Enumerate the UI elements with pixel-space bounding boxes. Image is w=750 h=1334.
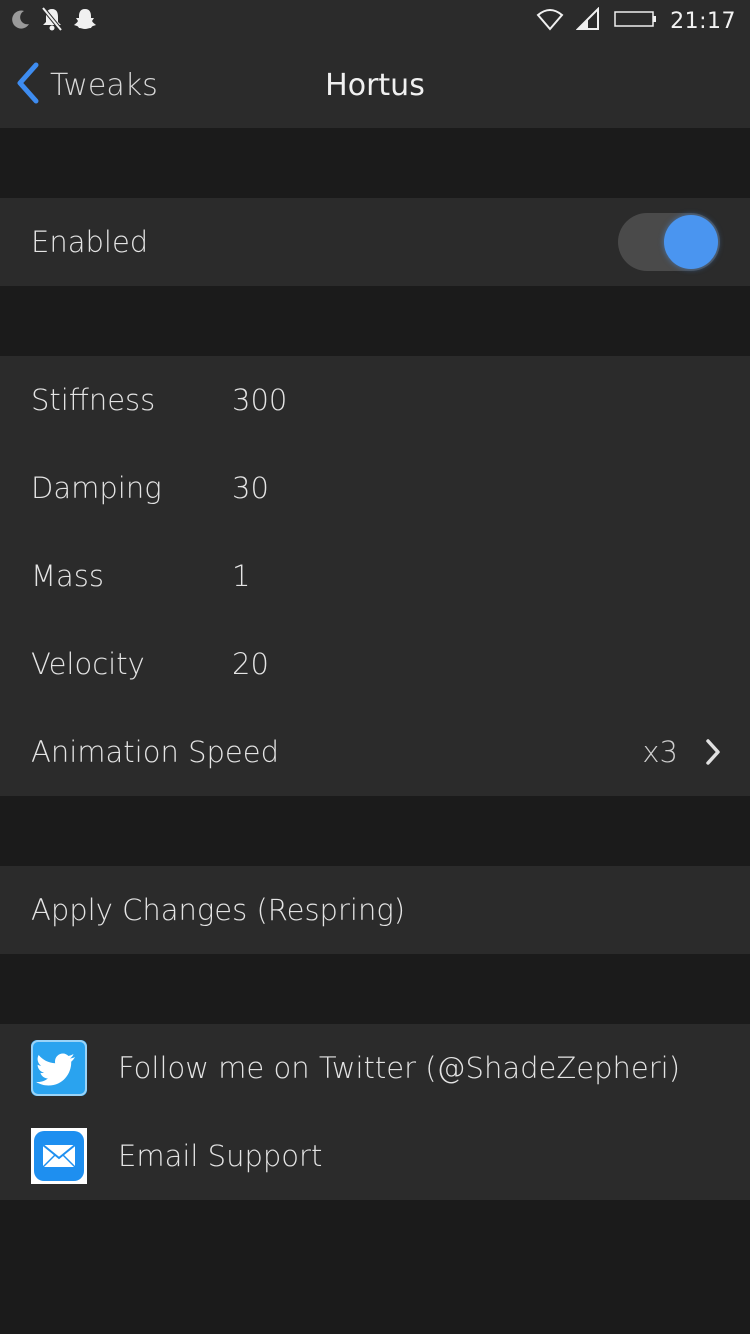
status-icons-right: 21:17 xyxy=(536,6,736,36)
apply-group: Apply Changes (Respring) xyxy=(0,866,750,954)
enabled-toggle[interactable] xyxy=(618,213,720,271)
twitter-icon xyxy=(31,1040,87,1096)
animation-speed-cell[interactable]: Animation Speed x3 xyxy=(0,708,750,796)
damping-label: Damping xyxy=(31,471,162,505)
page-title: Hortus xyxy=(325,67,425,103)
spring-settings-group: Stiffness 300 Damping 30 Mass 1 Velocity… xyxy=(0,356,750,796)
animation-speed-label: Animation Speed xyxy=(31,735,279,769)
bell-off-icon xyxy=(40,6,64,36)
mass-label: Mass xyxy=(31,559,105,593)
damping-value[interactable]: 30 xyxy=(232,471,269,505)
enabled-label: Enabled xyxy=(31,225,149,259)
status-bar: 21:17 xyxy=(0,0,750,42)
snapchat-icon xyxy=(72,7,98,35)
animation-speed-value: x3 xyxy=(642,735,678,769)
stiffness-value[interactable]: 300 xyxy=(232,383,287,417)
apply-changes-button[interactable]: Apply Changes (Respring) xyxy=(0,866,750,954)
battery-icon xyxy=(614,9,658,33)
moon-icon xyxy=(10,8,32,34)
damping-cell[interactable]: Damping 30 xyxy=(0,444,750,532)
stiffness-label: Stiffness xyxy=(31,383,156,417)
chevron-right-icon xyxy=(704,738,722,770)
enabled-cell: Enabled xyxy=(0,198,750,286)
velocity-label: Velocity xyxy=(31,647,145,681)
status-time: 21:17 xyxy=(670,8,736,34)
navigation-bar: Tweaks Hortus xyxy=(0,42,750,128)
apply-changes-label: Apply Changes (Respring) xyxy=(31,893,406,927)
velocity-cell[interactable]: Velocity 20 xyxy=(0,620,750,708)
email-support-label: Email Support xyxy=(118,1139,323,1173)
links-group: Follow me on Twitter (@ShadeZepheri) Ema… xyxy=(0,1024,750,1200)
enabled-group: Enabled xyxy=(0,198,750,286)
signal-icon xyxy=(575,6,602,35)
twitter-link[interactable]: Follow me on Twitter (@ShadeZepheri) xyxy=(0,1024,750,1112)
email-support-link[interactable]: Email Support xyxy=(0,1112,750,1200)
toggle-knob xyxy=(664,215,718,269)
stiffness-cell[interactable]: Stiffness 300 xyxy=(0,356,750,444)
mass-cell[interactable]: Mass 1 xyxy=(0,532,750,620)
velocity-value[interactable]: 20 xyxy=(232,647,269,681)
mass-value[interactable]: 1 xyxy=(232,559,250,593)
wifi-icon xyxy=(536,7,564,35)
twitter-label: Follow me on Twitter (@ShadeZepheri) xyxy=(118,1051,681,1085)
status-icons-left xyxy=(10,6,98,36)
mail-icon xyxy=(31,1128,87,1184)
